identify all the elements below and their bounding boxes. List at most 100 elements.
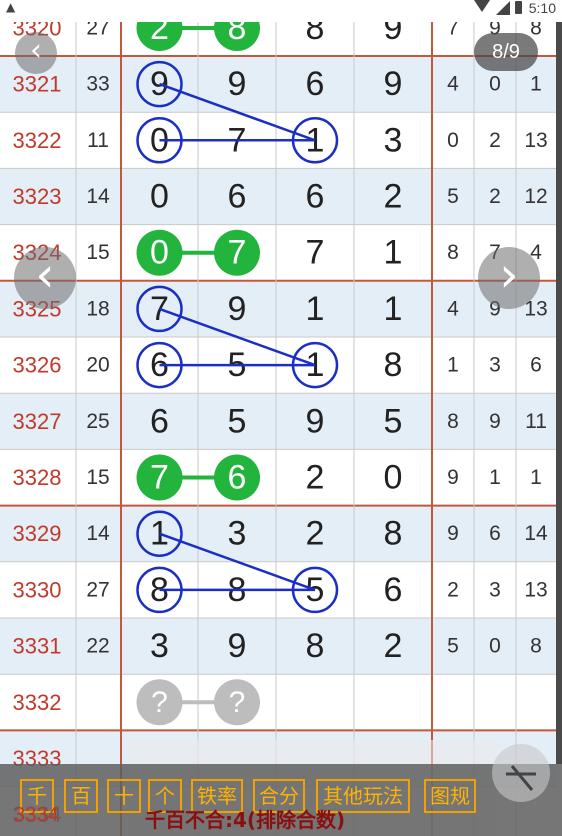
status-time: 5:10 (528, 0, 556, 16)
sum-value: 18 (86, 297, 109, 320)
issue-number: 3323 (13, 184, 62, 209)
screenshot-stage: ▲ 5:10 3320 27 2 8 8 9 7 9 8 3321 33 9 9 6 9 4 0 1 3322 11 0… (0, 0, 562, 836)
table-row (0, 280, 556, 337)
stat-value: 9 (447, 466, 459, 489)
digit-value: 0 (150, 178, 169, 216)
table-row (0, 505, 556, 562)
digit-value: 6 (150, 402, 169, 440)
notification-icon: ▲ (6, 0, 16, 14)
digit-value: 2 (306, 515, 325, 553)
table-row (0, 168, 556, 225)
digit-value: 2 (384, 178, 403, 216)
stat-value: 2 (489, 129, 501, 152)
sum-value: 33 (86, 73, 109, 96)
sum-value: 22 (86, 635, 109, 658)
digit-value: 3 (150, 627, 169, 665)
stat-value: 5 (447, 635, 459, 658)
stat-value: 1 (489, 466, 501, 489)
table-row (0, 674, 556, 731)
chevron-left-icon: ‹ (35, 247, 55, 303)
toolbar-button-7[interactable]: 图规 (424, 779, 476, 813)
stat-value: 6 (489, 522, 501, 545)
sum-value: 15 (86, 241, 109, 264)
digit-value: 9 (384, 65, 403, 103)
issue-number: 3328 (13, 465, 62, 490)
digit-value: 9 (228, 65, 247, 103)
stat-value: 3 (489, 578, 501, 601)
digit-value: 0 (150, 234, 169, 272)
sum-value: 25 (86, 410, 109, 433)
digit-value: 6 (384, 571, 403, 609)
battery-icon (515, 1, 522, 14)
stat-value: 8 (447, 241, 459, 264)
toolbar-button-2[interactable]: 十 (107, 779, 141, 813)
digit-value: 9 (228, 290, 247, 328)
sum-value: 20 (86, 354, 109, 377)
chevron-right-icon: › (499, 247, 519, 303)
peek-title: 千百不合:4(排除合数) (145, 808, 346, 832)
wifi-icon (474, 0, 490, 12)
signal-icon (496, 1, 510, 15)
table-row (0, 224, 556, 281)
stat-value: 0 (447, 129, 459, 152)
stat-value: 12 (524, 185, 547, 208)
table-row (0, 449, 556, 506)
digit-value: 8 (384, 515, 403, 553)
stat-value: 13 (524, 578, 547, 601)
digit-value: 2 (306, 459, 325, 497)
issue-number: 3330 (13, 577, 62, 602)
digit-value: 8 (306, 627, 325, 665)
table-row (0, 56, 556, 113)
table-row (0, 618, 556, 675)
digit-value: ? (151, 686, 168, 719)
digit-value: ? (229, 686, 246, 719)
stat-value: 9 (447, 522, 459, 545)
digit-value: 6 (306, 65, 325, 103)
toolbar-button-1[interactable]: 百 (64, 779, 98, 813)
digit-value: 9 (306, 402, 325, 440)
issue-number: 3329 (13, 521, 62, 546)
stat-value: 13 (524, 129, 547, 152)
digit-value: 7 (306, 234, 325, 272)
stat-value: 1 (447, 354, 459, 377)
digit-value: 3 (228, 515, 247, 553)
issue-number: 3332 (13, 690, 62, 715)
sum-value: 14 (86, 522, 110, 545)
next-image-button[interactable]: › (478, 247, 540, 309)
digit-value: 1 (384, 234, 403, 272)
lottery-trend-chart: 3320 27 2 8 8 9 7 9 83321 33 9 9 6 9 4 0 13322 11 0 7 1 3 0 2 13… (0, 0, 562, 836)
issue-number: 3322 (13, 128, 62, 153)
issue-number: 3327 (13, 409, 62, 434)
fab-icon (506, 765, 536, 791)
stat-value: 3 (489, 354, 501, 377)
digit-value: 7 (228, 234, 247, 272)
stat-value: 0 (489, 73, 501, 96)
issue-number: 3331 (13, 634, 62, 659)
stat-value: 14 (524, 522, 548, 545)
previous-image-button[interactable]: ‹ (14, 247, 76, 309)
image-counter: 8/9 (474, 33, 538, 71)
stat-value: 2 (447, 578, 459, 601)
digit-value: 3 (384, 121, 403, 159)
digit-value: 6 (306, 178, 325, 216)
digit-value: 5 (228, 402, 247, 440)
issue-number: 3326 (13, 353, 62, 378)
digit-value: 7 (150, 459, 169, 497)
stat-value: 4 (447, 73, 459, 96)
stat-value: 1 (530, 73, 542, 96)
stat-value: 2 (489, 185, 501, 208)
status-bar: ▲ 5:10 (0, 0, 562, 22)
peek-issue-number: 3334 (14, 804, 59, 826)
stat-value: 4 (447, 297, 459, 320)
stat-value: 8 (530, 635, 542, 658)
stat-value: 6 (530, 354, 542, 377)
table-row (0, 393, 556, 450)
floating-action-button[interactable] (492, 744, 550, 802)
stat-value: 9 (489, 410, 501, 433)
back-button[interactable]: ‹ (15, 32, 57, 74)
digit-value: 1 (384, 290, 403, 328)
stat-value: 5 (447, 185, 459, 208)
sum-value: 14 (86, 185, 110, 208)
back-chevron-icon: ‹ (30, 33, 42, 68)
digit-value: 9 (228, 627, 247, 665)
